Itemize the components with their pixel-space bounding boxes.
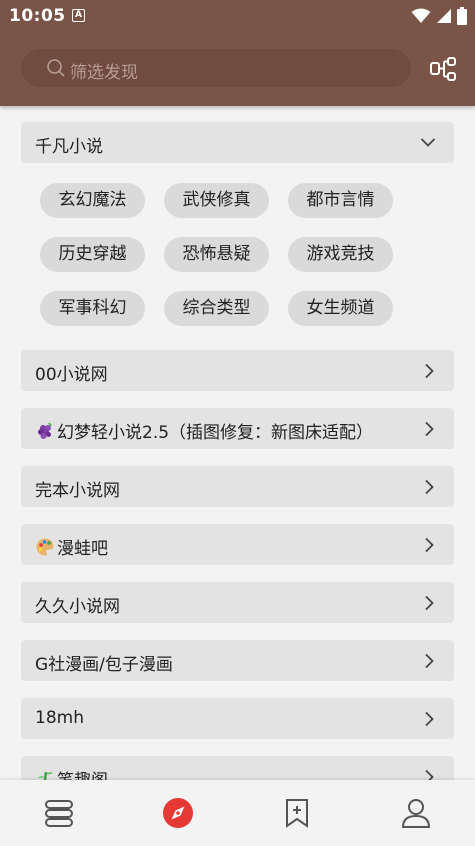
source-row[interactable]: 笔趣阁 [21, 756, 454, 780]
tag-chip[interactable]: 恐怖悬疑 [164, 237, 269, 272]
source-name: 00小说网 [35, 365, 108, 385]
source-name: 完本小说网 [35, 481, 120, 501]
tag-chip[interactable]: 综合类型 [164, 291, 269, 326]
source-row[interactable]: 幻梦轻小说2.5（插图修复：新图床适配） [21, 408, 454, 449]
source-row[interactable]: 00小说网 [21, 350, 454, 391]
profile-icon[interactable] [400, 797, 432, 829]
source-row[interactable]: 久久小说网 [21, 582, 454, 623]
chevron-right-icon [425, 479, 434, 495]
chevron-right-icon [425, 595, 434, 611]
source-name: 漫蛙吧 [57, 539, 108, 559]
tag-chip[interactable]: 玄幻魔法 [40, 183, 145, 218]
wifi-icon [411, 8, 431, 23]
bookmark-add-icon[interactable] [281, 797, 313, 829]
source-row[interactable]: 完本小说网 [21, 466, 454, 507]
tag-chip[interactable]: 武侠修真 [164, 183, 269, 218]
tag-chip[interactable]: 都市言情 [288, 183, 393, 218]
source-row[interactable]: 漫蛙吧 [21, 524, 454, 565]
tag-chip[interactable]: 游戏竞技 [288, 237, 393, 272]
source-name: 18mh [35, 708, 84, 728]
source-row[interactable]: 18mh [21, 698, 454, 739]
tag-chip[interactable]: 军事科幻 [40, 291, 145, 326]
search-placeholder: 筛选发现 [70, 63, 138, 83]
system-icons [411, 6, 467, 26]
source-group-title: 千凡小说 [35, 137, 103, 157]
bottom-navigation [0, 780, 475, 846]
signal-icon [437, 9, 451, 23]
group-tree-icon[interactable] [429, 56, 457, 82]
grapes-icon [38, 422, 52, 439]
status-time: 10:05 [9, 6, 66, 26]
source-name: 幻梦轻小说2.5（插图修复：新图床适配） [57, 423, 374, 443]
chevron-right-icon [425, 653, 434, 669]
chevron-right-icon [425, 537, 434, 553]
tag-chip[interactable]: 女生频道 [288, 291, 393, 326]
source-name: 笔趣阁 [57, 771, 108, 780]
bamboo-icon [38, 771, 53, 780]
source-row[interactable]: G社漫画/包子漫画 [21, 640, 454, 681]
chevron-right-icon [425, 711, 434, 727]
discover-list[interactable]: 千凡小说 玄幻魔法 武侠修真 都市言情 历史穿越 恐怖悬疑 游戏竞技 军事科幻 … [0, 106, 475, 780]
status-bar: 10:05 A [0, 0, 475, 32]
palette-icon [36, 538, 54, 556]
search-icon [47, 59, 65, 77]
search-input[interactable]: 筛选发现 [21, 49, 411, 87]
source-name: 久久小说网 [35, 597, 120, 617]
source-name: G社漫画/包子漫画 [35, 655, 173, 675]
discover-icon[interactable] [162, 797, 194, 829]
source-group-header[interactable]: 千凡小说 [21, 122, 454, 163]
notification-icon: A [72, 9, 85, 22]
chevron-right-icon [425, 363, 434, 379]
chevron-right-icon [425, 421, 434, 437]
top-app-bar: 10:05 A 筛选发现 [0, 0, 475, 106]
chevron-down-icon [420, 138, 436, 147]
tag-chip[interactable]: 历史穿越 [40, 237, 145, 272]
bookshelf-icon[interactable] [43, 797, 75, 829]
chevron-right-icon [425, 769, 434, 780]
battery-icon [457, 7, 467, 25]
